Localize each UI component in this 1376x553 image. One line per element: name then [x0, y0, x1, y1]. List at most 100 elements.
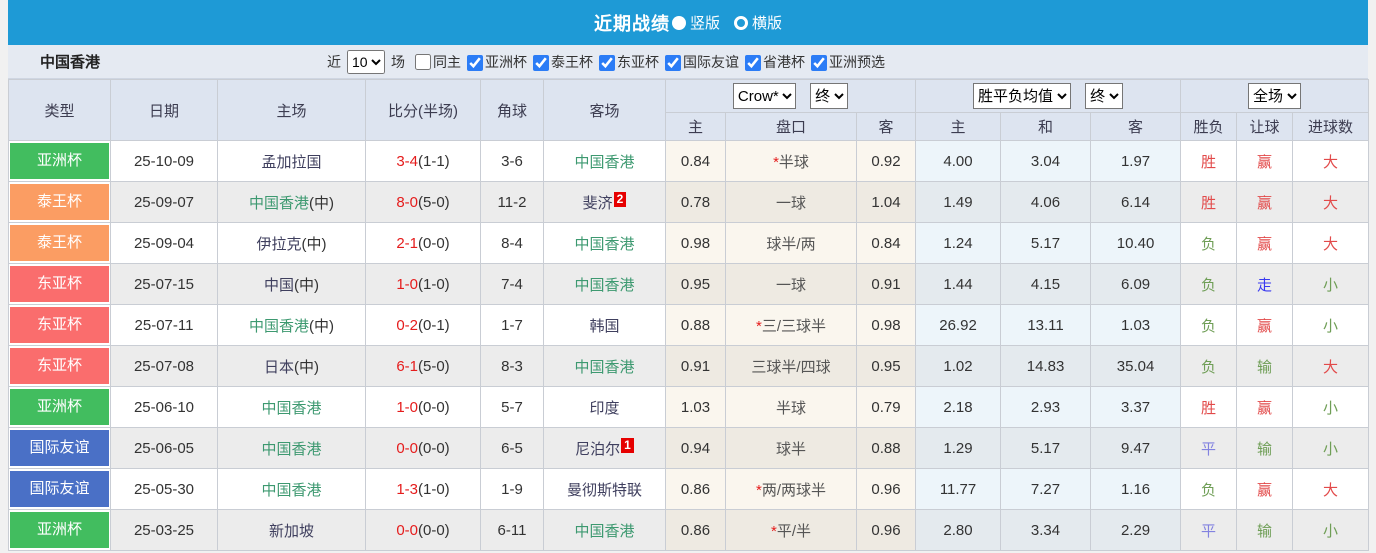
team-link[interactable]: 中国香港 [574, 154, 634, 171]
team-link[interactable]: 斐济 [583, 195, 613, 212]
avg-odds-select[interactable]: 胜平负均值 [972, 83, 1071, 109]
halftime-score: (1-0) [418, 275, 450, 293]
away-handicap-odds: 0.96 [855, 468, 917, 510]
team-link[interactable]: 曼彻斯特联 [567, 482, 642, 499]
result-goals: 大 [1292, 222, 1370, 264]
match-type-badge: 东亚杯 [10, 348, 109, 384]
halftime-score: (0-0) [418, 521, 450, 539]
result-handicap: 赢 [1236, 468, 1294, 510]
league-checkbox-label: 泰王杯 [551, 53, 593, 70]
result-wdl: 负 [1180, 222, 1238, 264]
league-checkbox-label: 亚洲预选 [829, 53, 885, 70]
home-team-cell: 中国香港(中) [217, 181, 366, 223]
match-date: 25-10-09 [110, 140, 218, 182]
handicap-group-header: Crow* 终 [664, 79, 917, 113]
team-link[interactable]: 中国香港 [261, 482, 321, 499]
team-link[interactable]: 中国香港 [574, 236, 634, 253]
same-home-checkbox[interactable] [415, 53, 431, 70]
score-cell: 1-3(1-0) [365, 468, 481, 510]
corner-count: 7-4 [480, 263, 544, 305]
avg-lose-odds: 6.09 [1090, 263, 1182, 305]
league-checkbox[interactable] [811, 54, 827, 71]
home-handicap-odds: 0.98 [665, 222, 726, 264]
horizontal-layout-radio[interactable] [734, 15, 748, 30]
home-handicap-odds: 0.94 [665, 427, 726, 469]
corner-count: 11-2 [480, 181, 544, 223]
score-cell: 3-4(1-1) [365, 140, 481, 182]
sub-header-home-odds: 主 [665, 112, 726, 141]
away-handicap-odds: 0.96 [855, 509, 917, 551]
league-checkbox[interactable] [467, 54, 483, 71]
team-link[interactable]: 孟加拉国 [261, 154, 321, 171]
match-type-badge-cell: 国际友谊 [8, 427, 111, 469]
avg-win-odds: 1.29 [915, 427, 1002, 469]
league-filters: 亚洲杯 泰王杯 东亚杯 国际友谊 省港杯 亚洲预选 [461, 52, 885, 72]
team-link[interactable]: 日本 [264, 359, 294, 376]
team-link[interactable]: 中国香港 [249, 195, 309, 212]
fulltime-score: 1-3 [396, 480, 418, 498]
team-link[interactable]: 中国香港 [574, 359, 634, 376]
col-header-score: 比分(半场) [365, 79, 481, 141]
team-link[interactable]: 新加坡 [269, 523, 314, 540]
sub-header-avg-lose: 客 [1090, 112, 1182, 141]
halftime-score: (0-0) [418, 439, 450, 457]
result-scope-select[interactable]: 全场 [1248, 83, 1302, 109]
team-link[interactable]: 尼泊尔 [575, 441, 620, 458]
team-link[interactable]: 韩国 [589, 318, 619, 335]
result-wdl: 平 [1180, 427, 1238, 469]
away-team-cell: 尼泊尔 1 [543, 427, 666, 469]
score-cell: 6-1(5-0) [365, 345, 481, 387]
avg-draw-odds: 7.27 [1000, 468, 1092, 510]
team-link[interactable]: 印度 [589, 400, 619, 417]
recent-count-select[interactable]: 10 [347, 49, 385, 74]
away-team-cell: 中国香港 [543, 140, 666, 182]
match-date: 25-03-25 [110, 509, 218, 551]
match-type-badge-cell: 亚洲杯 [8, 509, 111, 551]
team-link[interactable]: 伊拉克 [256, 236, 301, 253]
score-cell: 1-0(1-0) [365, 263, 481, 305]
league-checkbox[interactable] [533, 54, 549, 71]
neutral-tag: (中) [301, 235, 327, 253]
avg-lose-odds: 1.16 [1090, 468, 1182, 510]
avg-draw-odds: 4.15 [1000, 263, 1092, 305]
match-date: 25-07-08 [110, 345, 218, 387]
match-date: 25-07-15 [110, 263, 218, 305]
match-row: 国际友谊 25-05-30 中国香港 1-3(1-0) 1-9 曼彻斯特联 0.86 *两/两… [8, 468, 1370, 510]
team-link[interactable]: 中国香港 [249, 318, 309, 335]
league-checkbox[interactable] [665, 54, 681, 71]
match-row: 亚洲杯 25-03-25 新加坡 0-0(0-0) 6-11 中国香港 0.86 *平/半 0.… [8, 509, 1370, 551]
result-wdl: 平 [1180, 509, 1238, 551]
match-row: 泰王杯 25-09-04 伊拉克(中) 2-1(0-0) 8-4 中国香港 0.98 球半/两… [8, 222, 1370, 264]
avg-time-select[interactable]: 终 [1085, 83, 1124, 109]
halftime-score: (1-1) [418, 152, 450, 170]
result-goals: 小 [1292, 509, 1370, 551]
team-link[interactable]: 中国香港 [574, 523, 634, 540]
league-checkbox[interactable] [599, 54, 615, 71]
avg-lose-odds: 1.03 [1090, 304, 1182, 346]
team-link[interactable]: 中国香港 [261, 441, 321, 458]
team-link[interactable]: 中国香港 [261, 400, 321, 417]
halftime-score: (0-1) [418, 316, 450, 334]
handicap-time-select[interactable]: 终 [810, 83, 849, 109]
match-row: 泰王杯 25-09-07 中国香港(中) 8-0(5-0) 11-2 斐济 2 0.78 一球 1… [8, 181, 1370, 223]
bookmaker-select[interactable]: Crow* [732, 83, 796, 109]
league-checkbox[interactable] [745, 54, 761, 71]
avg-lose-odds: 6.14 [1090, 181, 1182, 223]
result-handicap: 赢 [1236, 386, 1294, 428]
halftime-score: (5-0) [418, 357, 450, 375]
recent-results-panel: 近期战绩 竖版 横版 中国香港 近 10 场 同主 亚洲杯 泰王杯 东亚杯 国际友谊省… [8, 0, 1370, 551]
home-handicap-odds: 0.86 [665, 509, 726, 551]
league-checkbox-label: 东亚杯 [617, 53, 659, 70]
team-link[interactable]: 中国 [264, 277, 294, 294]
home-team-cell: 中国香港 [217, 468, 366, 510]
handicap-line: *两/两球半 [725, 468, 857, 510]
sub-header-handicap: 盘口 [725, 112, 857, 141]
home-handicap-odds: 0.86 [665, 468, 726, 510]
team-link[interactable]: 中国香港 [574, 277, 634, 294]
corner-count: 1-9 [480, 468, 544, 510]
score-cell: 0-0(0-0) [365, 509, 481, 551]
match-type-badge-cell: 泰王杯 [8, 222, 111, 264]
home-team-cell: 中国香港(中) [217, 304, 366, 346]
vertical-layout-radio[interactable] [671, 15, 686, 30]
filter-controls: 近 10 场 同主 亚洲杯 泰王杯 东亚杯 国际友谊 省港杯 亚洲预选 [323, 49, 1145, 74]
